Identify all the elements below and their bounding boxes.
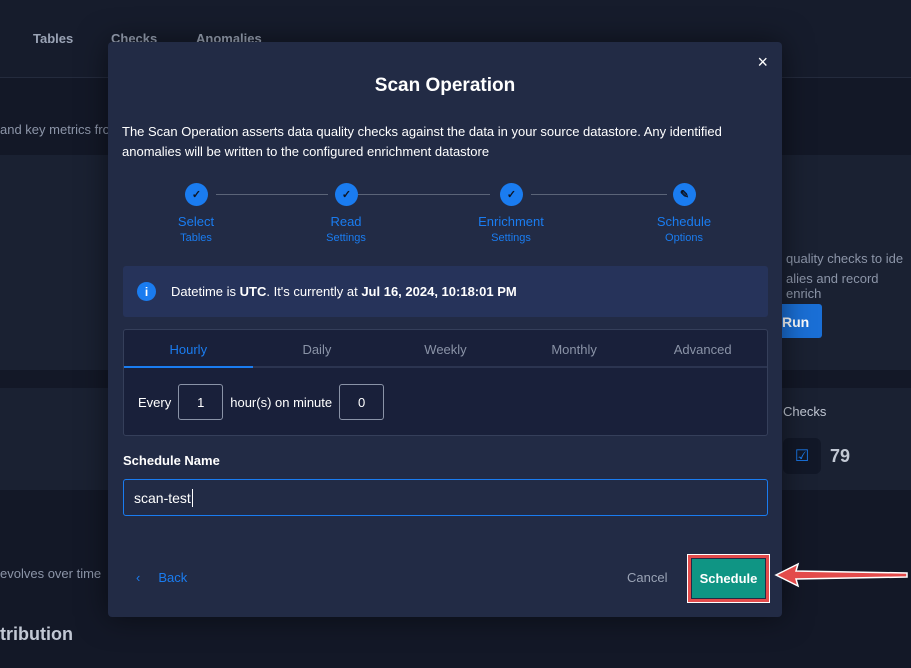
step-connector [358,194,490,195]
arrow-annotation-icon [774,562,908,588]
checks-icon: ☑ [783,438,821,474]
schedule-button[interactable]: Schedule [692,559,765,598]
minute-input[interactable]: 0 [339,384,385,420]
tab-weekly[interactable]: Weekly [381,330,510,366]
back-button[interactable]: ‹ Back [136,570,187,585]
step-schedule-options: Schedule Options [656,214,712,244]
chevron-left-icon: ‹ [136,570,141,585]
cancel-button[interactable]: Cancel [627,570,667,585]
bg-text: alies and record enrich [786,271,879,301]
tab-monthly[interactable]: Monthly [510,330,639,366]
check-icon: ✓ [335,183,358,206]
check-icon: ✓ [185,183,208,206]
check-icon: ✓ [500,183,523,206]
step-read-settings: Read Settings [326,214,366,244]
pencil-icon: ✎ [673,183,696,206]
bg-text: and key metrics fro [0,122,110,137]
run-label: Run [782,314,810,330]
every-hours-input[interactable]: 1 [178,384,224,420]
schedule-name-value: scan-test [134,489,191,506]
checks-label: Checks [783,404,827,419]
step-connector [531,194,667,195]
modal-description: The Scan Operation asserts data quality … [122,124,722,159]
schedule-name-input[interactable]: scan-test [123,479,768,516]
step-connector [216,194,328,195]
step-select-tables: Select Tables [177,214,215,244]
tab-daily[interactable]: Daily [253,330,382,366]
modal-title: Scan Operation [374,75,516,96]
schedule-button-highlight[interactable]: Schedule [687,554,770,603]
schedule-options-panel: Hourly Daily Weekly Monthly Advanced Eve… [123,329,768,436]
bg-heading: tribution [0,624,73,644]
schedule-name-label: Schedule Name [123,453,220,468]
timezone-info-banner: i Datetime is UTC. It's currently at Jul… [123,266,768,317]
every-label: Every [138,394,172,410]
info-text: Datetime is UTC. It's currently at Jul 1… [171,284,517,299]
bg-text: evolves over time [0,566,102,581]
tab-hourly[interactable]: Hourly [124,330,253,368]
close-icon[interactable]: × [757,52,768,73]
bg-tab-tables[interactable]: Tables [33,31,73,46]
info-icon: i [137,282,156,301]
step-enrichment-settings: Enrichment Settings [478,214,544,244]
on-minute-label: hour(s) on minute [230,394,333,410]
tab-advanced[interactable]: Advanced [638,330,767,366]
scan-operation-modal: × Scan Operation The Scan Operation asse… [108,42,782,617]
checks-count: 79 [830,446,851,466]
bg-text: quality checks to ide [786,251,904,266]
